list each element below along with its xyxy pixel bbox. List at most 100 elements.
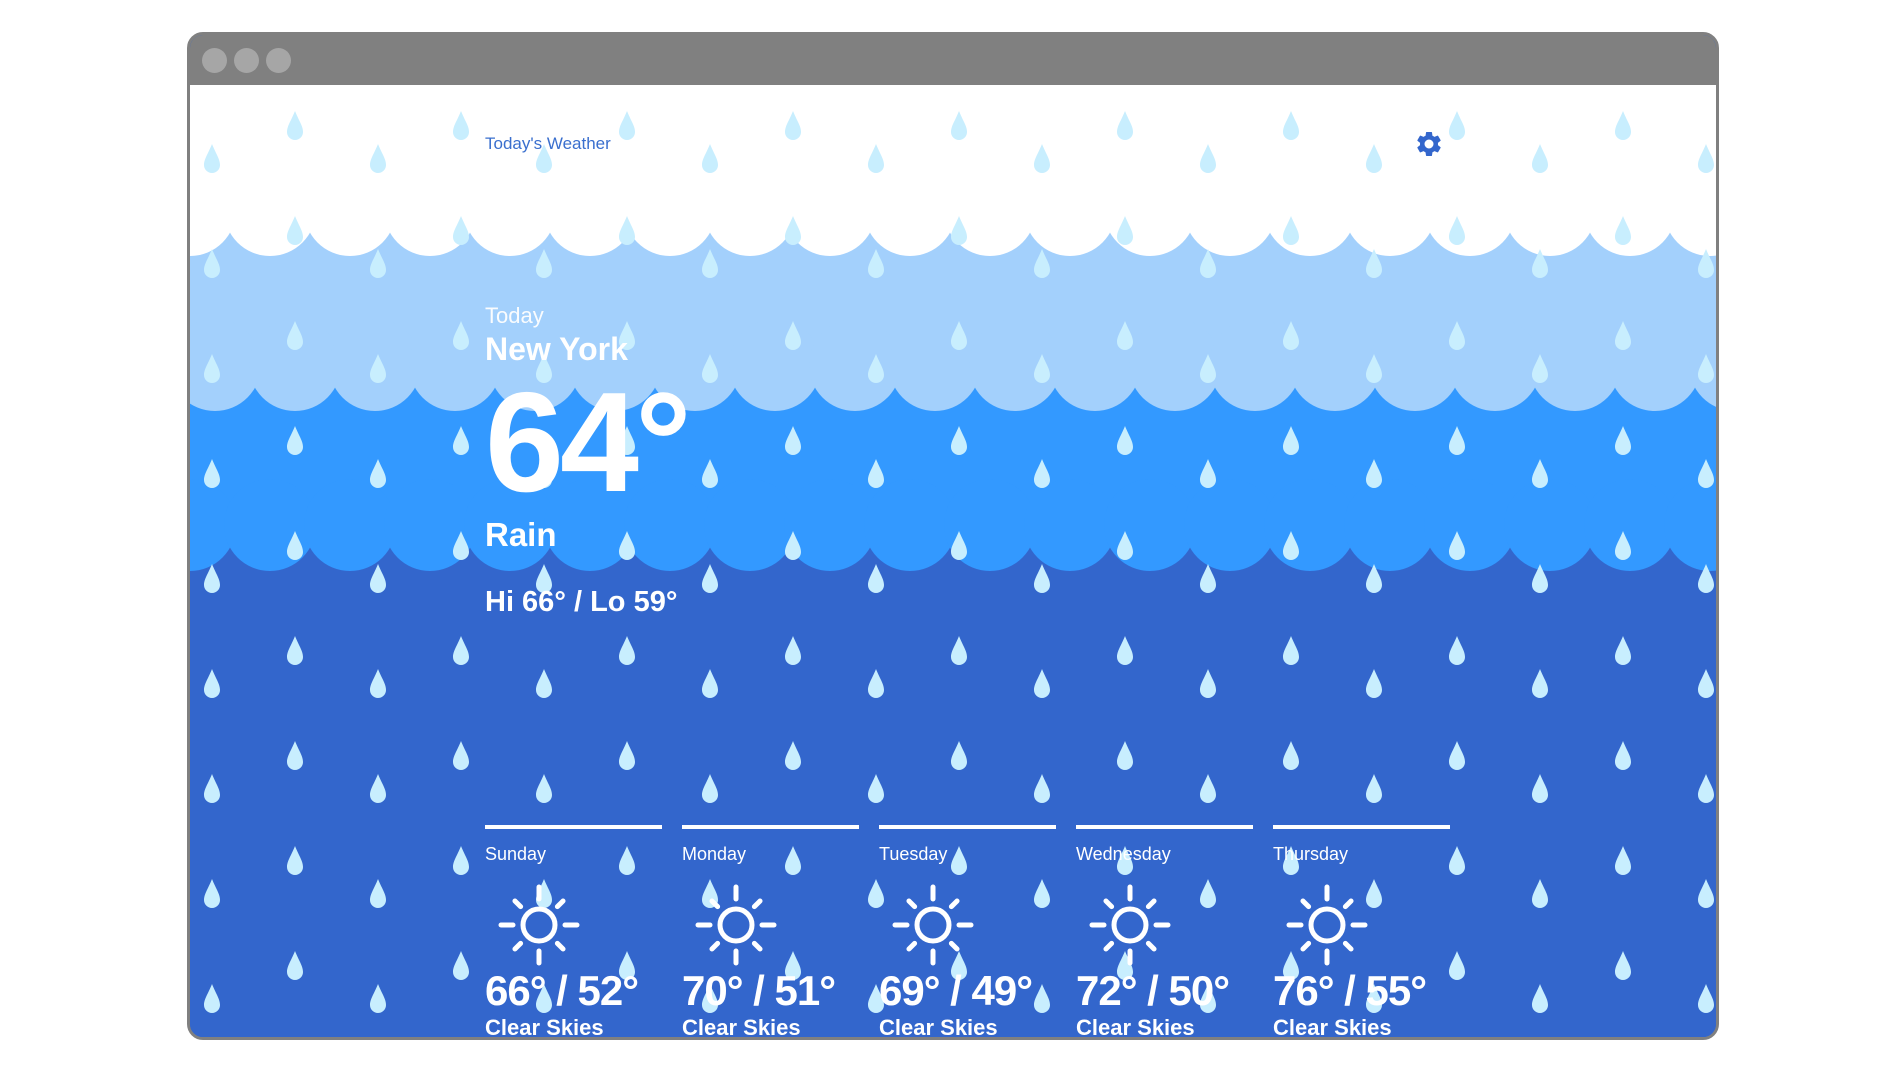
raindrop-icon (951, 111, 967, 140)
raindrop-icon (619, 741, 635, 770)
raindrop-icon (370, 984, 386, 1013)
raindrop-icon (785, 531, 801, 560)
raindrop-icon (785, 636, 801, 665)
current-weather: Today New York 64° Rain Hi 66° / Lo 59° (485, 303, 692, 619)
raindrop-icon (1615, 216, 1631, 245)
raindrop-icon (453, 951, 469, 980)
forecast-divider (682, 825, 859, 829)
raindrop-icon (1615, 741, 1631, 770)
raindrop-icon (1200, 459, 1216, 488)
raindrop-icon (1449, 531, 1465, 560)
raindrop-icon (868, 249, 884, 278)
raindrop-icon (204, 984, 220, 1013)
weather-app: Today's Weather Today New York 64° Rain … (190, 85, 1716, 1037)
window-maximize-dot[interactable] (266, 48, 291, 73)
raindrop-icon (204, 459, 220, 488)
raindrop-icon (1117, 426, 1133, 455)
raindrop-icon (1532, 984, 1548, 1013)
forecast-condition: Clear Skies (1076, 1015, 1195, 1037)
raindrop-icon (1200, 249, 1216, 278)
raindrop-icon (1615, 846, 1631, 875)
raindrop-icon (1034, 669, 1050, 698)
raindrop-icon (1200, 774, 1216, 803)
raindrop-icon (287, 426, 303, 455)
raindrop-icon (287, 846, 303, 875)
raindrop-icon (868, 774, 884, 803)
raindrop-icon (1034, 144, 1050, 173)
raindrop-icon (1698, 144, 1714, 173)
raindrop-icon (1449, 216, 1465, 245)
raindrop-icon (619, 111, 635, 140)
raindrop-icon (785, 321, 801, 350)
raindrop-icon (453, 111, 469, 140)
raindrop-icon (536, 774, 552, 803)
raindrop-icon (1698, 459, 1714, 488)
forecast-day[interactable]: Wednesday 72° / 50° Clear Skies (1076, 825, 1253, 1037)
raindrop-icon (1698, 984, 1714, 1013)
raindrop-icon (1283, 216, 1299, 245)
sun-icon (892, 884, 974, 966)
raindrop-icon (951, 426, 967, 455)
raindrop-icon (1200, 144, 1216, 173)
forecast-day[interactable]: Monday 70° / 51° Clear Skies (682, 825, 859, 1037)
window-close-dot[interactable] (202, 48, 227, 73)
forecast-divider (879, 825, 1056, 829)
raindrop-icon (1698, 879, 1714, 908)
sun-icon (1089, 884, 1171, 966)
raindrop-icon (785, 111, 801, 140)
raindrop-icon (951, 741, 967, 770)
raindrop-icon (951, 216, 967, 245)
raindrop-icon (785, 741, 801, 770)
raindrop-icon (1200, 354, 1216, 383)
raindrop-icon (453, 531, 469, 560)
raindrop-icon (785, 216, 801, 245)
raindrop-icon (1698, 669, 1714, 698)
forecast-day[interactable]: Thursday 76° / 55° Clear Skies (1273, 825, 1450, 1037)
raindrop-icon (536, 249, 552, 278)
forecast-temps: 70° / 51° (682, 967, 836, 1014)
forecast-day[interactable]: Sunday 66° / 52° Clear Skies (485, 825, 662, 1037)
raindrop-icon (1615, 426, 1631, 455)
raindrop-icon (453, 321, 469, 350)
window-minimize-dot[interactable] (234, 48, 259, 73)
gear-icon[interactable] (1414, 129, 1444, 159)
raindrop-icon (1615, 531, 1631, 560)
raindrop-icon (1200, 564, 1216, 593)
sun-icon (1286, 884, 1368, 966)
raindrop-icon (702, 669, 718, 698)
raindrop-icon (1449, 951, 1465, 980)
forecast-list: Sunday 66° / 52° Clear Skies Monday 70° … (485, 825, 1450, 1037)
raindrop-icon (951, 636, 967, 665)
raindrop-icon (1366, 144, 1382, 173)
raindrop-icon (287, 636, 303, 665)
browser-window: Today's Weather Today New York 64° Rain … (187, 32, 1719, 1040)
raindrop-icon (1117, 636, 1133, 665)
forecast-temps: 72° / 50° (1076, 967, 1230, 1014)
app-title: Today's Weather (485, 134, 611, 153)
forecast-condition: Clear Skies (682, 1015, 801, 1037)
raindrop-icon (1532, 354, 1548, 383)
forecast-temps: 76° / 55° (1273, 967, 1427, 1014)
sun-icon (498, 884, 580, 966)
raindrop-icon (1117, 321, 1133, 350)
raindrop-icon (1117, 216, 1133, 245)
raindrop-icon (1034, 459, 1050, 488)
raindrop-icon (453, 846, 469, 875)
forecast-day-name: Monday (682, 844, 747, 864)
raindrop-icon (702, 774, 718, 803)
raindrop-icon (1449, 426, 1465, 455)
forecast-condition: Clear Skies (879, 1015, 998, 1037)
raindrop-icon (1698, 564, 1714, 593)
forecast-divider (1273, 825, 1450, 829)
raindrop-icon (1698, 249, 1714, 278)
forecast-day-name: Tuesday (879, 844, 948, 864)
raindrop-icon (370, 564, 386, 593)
raindrop-icon (1532, 564, 1548, 593)
raindrop-icon (1449, 636, 1465, 665)
raindrop-icon (370, 249, 386, 278)
forecast-day[interactable]: Tuesday 69° / 49° Clear Skies (879, 825, 1056, 1037)
raindrop-icon (1366, 564, 1382, 593)
raindrop-icon (619, 636, 635, 665)
raindrop-icon (370, 354, 386, 383)
current-temperature: 64° (485, 363, 692, 522)
